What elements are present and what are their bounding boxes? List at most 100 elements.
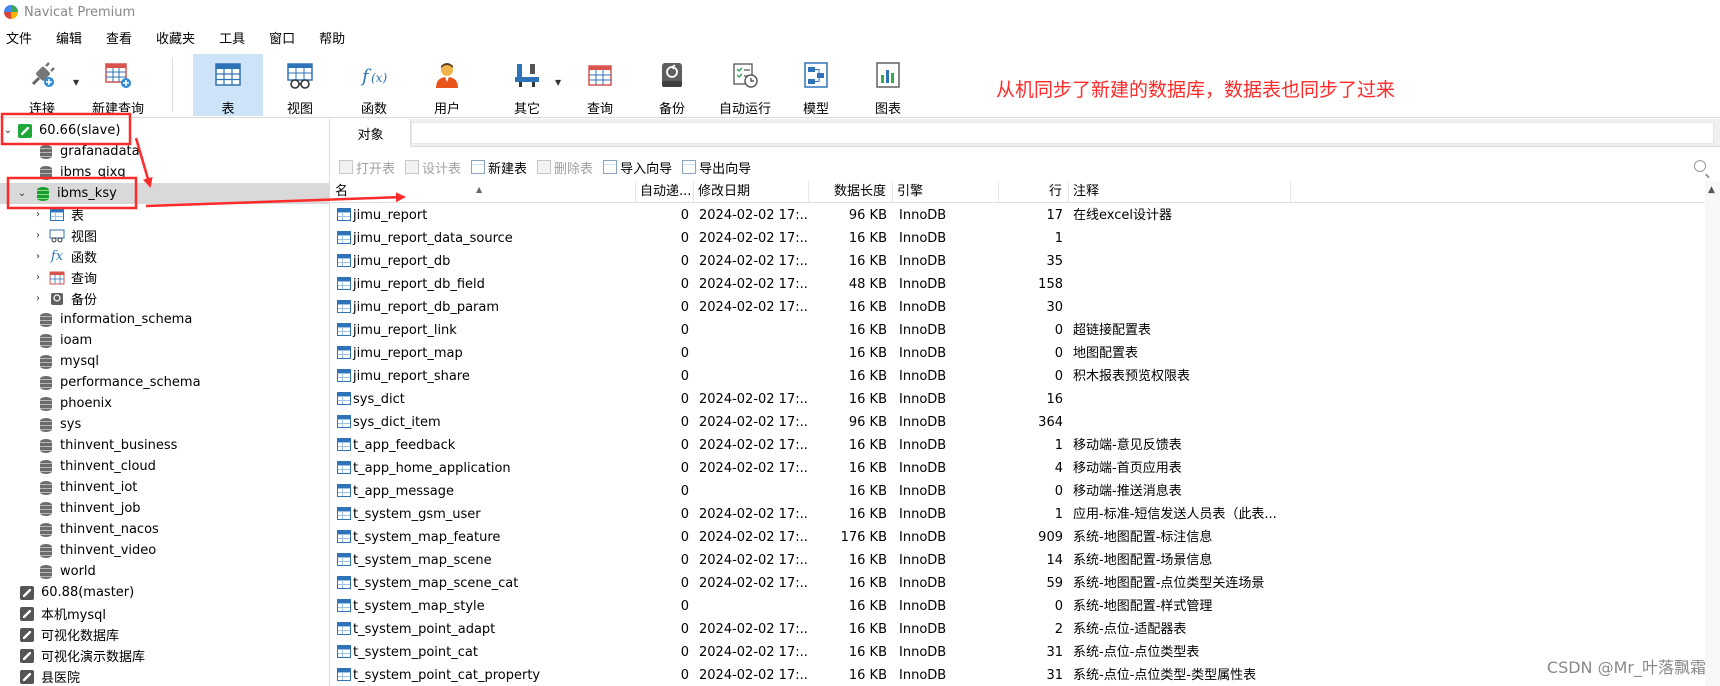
- table-row[interactable]: jimu_report_map 0 16 KB InnoDB 0 地图配置表: [331, 342, 1705, 365]
- table-row[interactable]: t_system_map_feature 0 2024-02-02 17:... 17…: [331, 526, 1705, 549]
- menu-window[interactable]: 窗口: [263, 28, 305, 47]
- chevron-right-icon[interactable]: ›: [33, 293, 43, 304]
- tree-connection-local-mysql[interactable]: 本机mysql: [0, 603, 329, 624]
- menu-file[interactable]: 文件: [0, 28, 42, 47]
- tree-db-phoenix[interactable]: phoenix: [0, 393, 329, 414]
- tree-db-sys[interactable]: sys: [0, 414, 329, 435]
- delete-table-button[interactable]: 删除表: [537, 158, 593, 177]
- tree-connection-county-hospital[interactable]: 县医院: [0, 666, 329, 686]
- table-row[interactable]: t_system_point_cat_property 0 2024-02-02 1…: [331, 664, 1705, 686]
- tree-connection-visual-demo-db[interactable]: 可视化演示数据库: [0, 645, 329, 666]
- toolbar-table-button[interactable]: 表: [193, 54, 263, 117]
- search-icon[interactable]: [1694, 160, 1706, 172]
- table-row[interactable]: t_system_map_scene 0 2024-02-02 17:... 16 K…: [331, 549, 1705, 572]
- other-dropdown-icon[interactable]: ▼: [555, 78, 561, 87]
- design-table-button[interactable]: 设计表: [405, 158, 461, 177]
- table-row[interactable]: t_system_map_scene_cat 0 2024-02-02 17:...…: [331, 572, 1705, 595]
- tree-db-thinvent-nacos[interactable]: thinvent_nacos: [0, 519, 329, 540]
- tree-db-performance-schema[interactable]: performance_schema: [0, 372, 329, 393]
- chevron-down-icon[interactable]: ⌄: [3, 125, 13, 136]
- table-row[interactable]: jimu_report_data_source 0 2024-02-02 17:..…: [331, 227, 1705, 250]
- column-header-engine[interactable]: 引擎: [893, 181, 999, 203]
- menu-help[interactable]: 帮助: [313, 28, 355, 47]
- tree-db-thinvent-job[interactable]: thinvent_job: [0, 498, 329, 519]
- toolbar-query-button[interactable]: 查询: [566, 54, 634, 117]
- table-row[interactable]: jimu_report_db_param 0 2024-02-02 17:... 16…: [331, 296, 1705, 319]
- cell-engine: InnoDB: [899, 664, 999, 686]
- column-header-comment[interactable]: 注释: [1069, 181, 1291, 203]
- new-table-button[interactable]: 新建表: [471, 158, 527, 177]
- menu-edit[interactable]: 编辑: [50, 28, 92, 47]
- export-wizard-button[interactable]: 导出向导: [682, 158, 751, 177]
- tree-db-ibms-qixg[interactable]: ibms_qixg: [0, 162, 329, 183]
- column-header-name[interactable]: 名 ▲: [331, 181, 636, 203]
- chevron-right-icon[interactable]: ›: [33, 230, 43, 241]
- table-row[interactable]: t_app_message 0 16 KB InnoDB 0 移动端-推送消息表: [331, 480, 1705, 503]
- tree-db-thinvent-cloud[interactable]: thinvent_cloud: [0, 456, 329, 477]
- tree-db-mysql[interactable]: mysql: [0, 351, 329, 372]
- toolbar-model-button[interactable]: 模型: [782, 54, 850, 117]
- tree-db-grafanadata[interactable]: grafanadata: [0, 141, 329, 162]
- tree-db-thinvent-business[interactable]: thinvent_business: [0, 435, 329, 456]
- toolbar-connect-button[interactable]: 连接: [8, 54, 76, 117]
- tree-db-ibms-ksy[interactable]: ⌄ ibms_ksy: [0, 183, 329, 204]
- table-row[interactable]: t_system_gsm_user 0 2024-02-02 17:... 16 KB…: [331, 503, 1705, 526]
- cell-name: jimu_report_link: [331, 319, 631, 342]
- cell-engine-text: InnoDB: [899, 507, 947, 522]
- chevron-right-icon[interactable]: ›: [33, 251, 43, 262]
- toolbar-autorun-button[interactable]: 自动运行: [709, 54, 781, 117]
- table-row[interactable]: sys_dict_item 0 2024-02-02 17:... 96 KB Inno…: [331, 411, 1705, 434]
- menu-view[interactable]: 查看: [100, 28, 142, 47]
- table-row[interactable]: jimu_report 0 2024-02-02 17:... 96 KB InnoDB…: [331, 204, 1705, 227]
- chevron-right-icon[interactable]: ›: [33, 209, 43, 220]
- toolbar-other-button[interactable]: 其它: [493, 54, 561, 117]
- table-row[interactable]: t_system_point_cat 0 2024-02-02 17:... 16 K…: [331, 641, 1705, 664]
- column-header-rows[interactable]: 行: [999, 181, 1069, 203]
- menu-favorites[interactable]: 收藏夹: [150, 28, 205, 47]
- toolbar-backup-button[interactable]: 备份: [638, 54, 706, 117]
- table-row[interactable]: jimu_report_link 0 16 KB InnoDB 0 超链接配置表: [331, 319, 1705, 342]
- connect-dropdown-icon[interactable]: ▼: [73, 78, 79, 87]
- toolbar-chart-button[interactable]: 图表: [854, 54, 922, 117]
- tree-label: performance_schema: [60, 375, 201, 390]
- tree-functions-node[interactable]: › fx 函数: [0, 246, 329, 267]
- toolbar-view-button[interactable]: 视图: [266, 54, 334, 117]
- toolbar-function-button[interactable]: f (x) 函数: [340, 54, 408, 117]
- tree-db-thinvent-video[interactable]: thinvent_video: [0, 540, 329, 561]
- table-row[interactable]: jimu_report_db 0 2024-02-02 17:... 16 KB Inn…: [331, 250, 1705, 273]
- vertical-scrollbar[interactable]: ▲: [1705, 181, 1720, 686]
- tab-objects[interactable]: 对象: [331, 119, 411, 147]
- tree-db-world[interactable]: world: [0, 561, 329, 582]
- table-row[interactable]: t_app_home_application 0 2024-02-02 17:...…: [331, 457, 1705, 480]
- tree-connection-60-88-master[interactable]: 60.88(master): [0, 582, 329, 603]
- cell-comment-text: 移动端-推送消息表: [1073, 484, 1182, 499]
- scroll-up-icon[interactable]: ▲: [1708, 185, 1715, 195]
- tree-db-information-schema[interactable]: information_schema: [0, 309, 329, 330]
- table-row[interactable]: t_system_map_style 0 16 KB InnoDB 0 系统-地图配置-样…: [331, 595, 1705, 618]
- column-header-modified-date[interactable]: 修改日期: [694, 181, 809, 203]
- table-icon: [337, 553, 351, 566]
- toolbar-new-query-button[interactable]: 新建查询: [84, 54, 152, 117]
- table-row[interactable]: sys_dict 0 2024-02-02 17:... 16 KB InnoDB 16: [331, 388, 1705, 411]
- tree-backups-node[interactable]: › 备份: [0, 288, 329, 309]
- tree-db-thinvent-iot[interactable]: thinvent_iot: [0, 477, 329, 498]
- open-table-button[interactable]: 打开表: [339, 158, 395, 177]
- table-row[interactable]: jimu_report_share 0 16 KB InnoDB 0 积木报表预览权限表: [331, 365, 1705, 388]
- tree-connection-visual-db[interactable]: 可视化数据库: [0, 624, 329, 645]
- table-row[interactable]: t_system_point_adapt 0 2024-02-02 17:... 16…: [331, 618, 1705, 641]
- cell-data-length-text: 16 KB: [848, 645, 887, 660]
- tree-connection-60-66-slave[interactable]: ⌄ 60.66(slave): [0, 120, 329, 141]
- chevron-down-icon[interactable]: ⌄: [17, 188, 27, 199]
- tree-db-ioam[interactable]: ioam: [0, 330, 329, 351]
- tree-queries-node[interactable]: › 查询: [0, 267, 329, 288]
- tree-tables-node[interactable]: › 表: [0, 204, 329, 225]
- tree-views-node[interactable]: › 视图: [0, 225, 329, 246]
- menu-tools[interactable]: 工具: [213, 28, 255, 47]
- column-header-auto-increment[interactable]: 自动递...: [636, 181, 694, 203]
- table-row[interactable]: t_app_feedback 0 2024-02-02 17:... 16 KB Inn…: [331, 434, 1705, 457]
- column-header-data-length[interactable]: 数据长度: [809, 181, 893, 203]
- import-wizard-button[interactable]: 导入向导: [603, 158, 672, 177]
- chevron-right-icon[interactable]: ›: [33, 272, 43, 283]
- toolbar-user-button[interactable]: 用户: [413, 54, 481, 117]
- table-row[interactable]: jimu_report_db_field 0 2024-02-02 17:... 48…: [331, 273, 1705, 296]
